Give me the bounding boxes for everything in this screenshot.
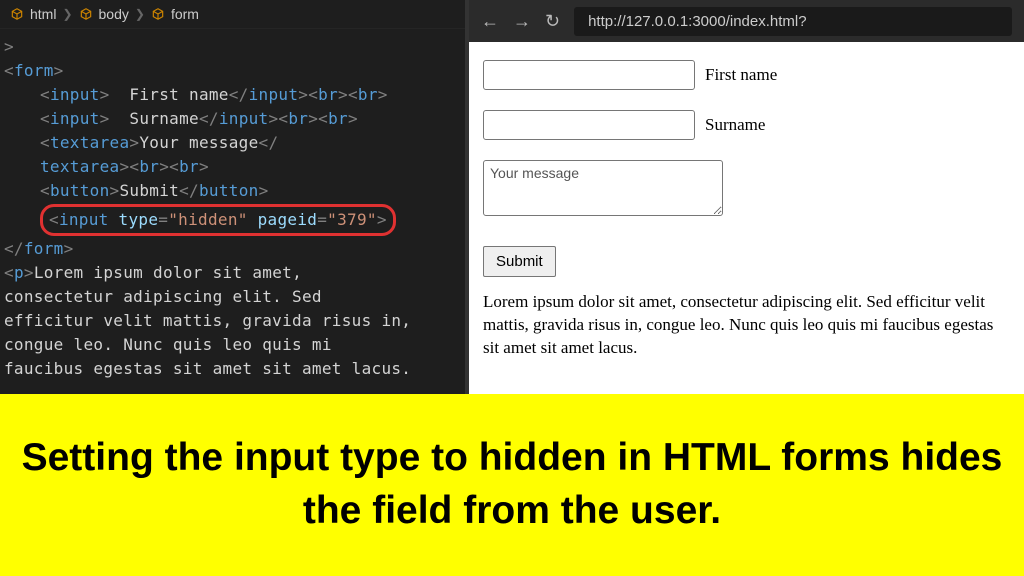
caption-text: Setting the input type to hidden in HTML… — [20, 432, 1004, 537]
submit-button[interactable]: Submit — [483, 246, 556, 277]
rendered-page: First name Surname Your message Submit L… — [469, 42, 1024, 378]
surname-label: Surname — [705, 115, 765, 135]
reload-button[interactable]: ↻ — [545, 11, 560, 32]
form-row-firstname: First name — [483, 60, 1010, 90]
code-token: > — [4, 37, 14, 56]
code-content[interactable]: ><form><input> First name</input><br><br… — [0, 29, 465, 387]
back-button[interactable]: ← — [481, 11, 499, 32]
html-cube-icon — [10, 7, 24, 21]
caption-banner: Setting the input type to hidden in HTML… — [0, 394, 1024, 576]
url-input[interactable]: http://127.0.0.1:3000/index.html? — [574, 7, 1012, 36]
browser-toolbar: ← → ↻ http://127.0.0.1:3000/index.html? — [469, 0, 1024, 42]
code-editor-panel: html ❯ body ❯ form ><form><input> First … — [0, 0, 465, 394]
surname-field[interactable] — [483, 110, 695, 140]
firstname-field[interactable] — [483, 60, 695, 90]
form-row-message: Your message — [483, 160, 1010, 216]
forward-button[interactable]: → — [513, 11, 531, 32]
chevron-right-icon: ❯ — [135, 7, 145, 21]
breadcrumb: html ❯ body ❯ form — [0, 0, 465, 29]
browser-panel: ← → ↻ http://127.0.0.1:3000/index.html? … — [465, 0, 1024, 394]
firstname-label: First name — [705, 65, 777, 85]
body-cube-icon — [79, 7, 93, 21]
chevron-right-icon: ❯ — [62, 7, 72, 21]
breadcrumb-item[interactable]: html — [30, 6, 56, 22]
form-row-surname: Surname — [483, 110, 1010, 140]
breadcrumb-item[interactable]: body — [99, 6, 129, 22]
lorem-paragraph: Lorem ipsum dolor sit amet, consectetur … — [483, 291, 1010, 360]
highlighted-code-line: <input type="hidden" pageid="379"> — [40, 204, 396, 236]
breadcrumb-item[interactable]: form — [171, 6, 199, 22]
message-field[interactable]: Your message — [483, 160, 723, 216]
form-cube-icon — [151, 7, 165, 21]
